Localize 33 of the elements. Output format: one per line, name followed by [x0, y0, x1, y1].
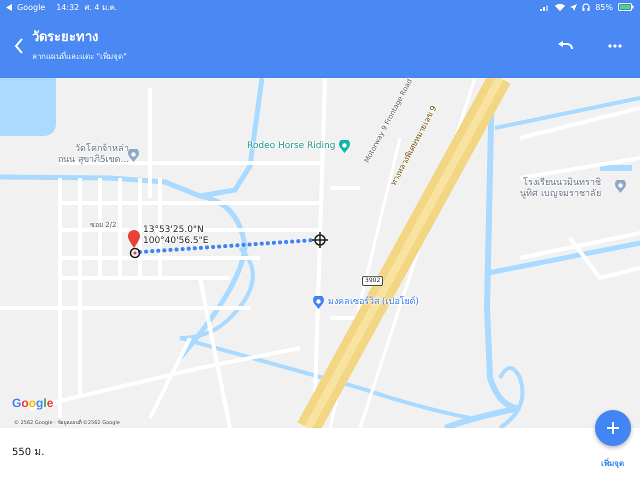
- screen-title: วัดระยะทาง: [32, 28, 99, 46]
- back-app-link[interactable]: Google: [17, 2, 46, 12]
- crosshair-icon: [311, 231, 329, 249]
- add-button[interactable]: [595, 410, 631, 446]
- battery-icon: [618, 3, 634, 11]
- place-label: วัดโคกจ้าหล่า ถนน สุขาภิ5เขต...: [58, 144, 130, 166]
- place-pin-icon: [128, 149, 139, 162]
- wifi-icon: [555, 3, 566, 11]
- back-icon[interactable]: [14, 38, 24, 54]
- plus-icon: [607, 422, 619, 434]
- place-label: Rodeo Horse Riding: [247, 141, 336, 152]
- undo-icon[interactable]: [558, 41, 574, 51]
- add-point-link[interactable]: เพิ่มจุด: [601, 457, 624, 470]
- signal-icon: [540, 4, 550, 10]
- back-arrow-icon: [6, 4, 12, 10]
- screen-subtitle: ลากแผนที่และแตะ "เพิ่มจุด": [32, 50, 128, 62]
- place-pin-icon: [313, 296, 324, 309]
- map-pin-icon: [128, 230, 140, 248]
- start-point-icon: [130, 248, 140, 258]
- more-options-icon[interactable]: [608, 44, 622, 48]
- battery-percent: 85%: [595, 2, 613, 12]
- headphones-icon: [582, 3, 590, 11]
- distance-text: 550 ม.: [12, 446, 44, 458]
- status-date: ศ. 4 ม.ค.: [84, 2, 118, 14]
- google-logo: Google: [12, 396, 54, 410]
- place-pin-icon: [615, 180, 626, 193]
- canal: [600, 165, 632, 171]
- status-time: 14:32: [56, 2, 80, 12]
- place-pin-icon: [339, 140, 350, 153]
- place-label: โรงเรียนนวมินทราชิ นูทิศ เบญจมราชาลัย: [520, 178, 601, 200]
- pin-coordinates: 13°53'25.0"N 100°40'56.5"E: [143, 225, 208, 247]
- lake: [0, 78, 56, 136]
- location-arrow-icon: [570, 4, 578, 10]
